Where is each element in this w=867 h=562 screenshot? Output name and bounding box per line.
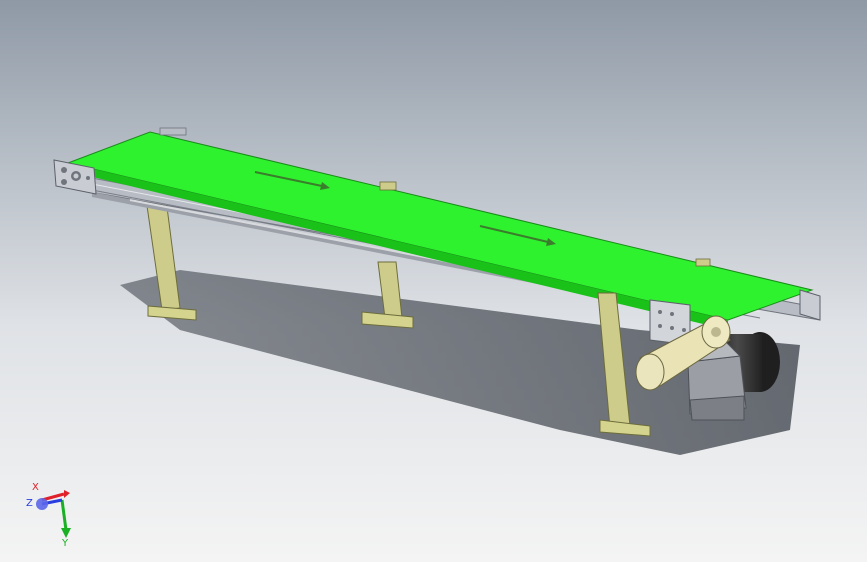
rail-clip — [379, 181, 397, 191]
y-axis-line — [60, 499, 68, 531]
y-axis-arrow — [61, 528, 71, 538]
axis-triad[interactable]: X Z Y — [24, 478, 80, 548]
rail-clip — [159, 127, 187, 136]
conveyor-model[interactable] — [0, 0, 867, 562]
rail-clip — [695, 258, 711, 267]
z-axis-label: Z — [26, 498, 33, 509]
z-axis-arrow — [36, 498, 48, 510]
x-axis-arrow — [64, 490, 70, 498]
y-axis-label: Y — [61, 538, 69, 548]
cad-viewport[interactable]: X Z Y — [0, 0, 867, 562]
x-axis-label: X — [32, 482, 39, 493]
